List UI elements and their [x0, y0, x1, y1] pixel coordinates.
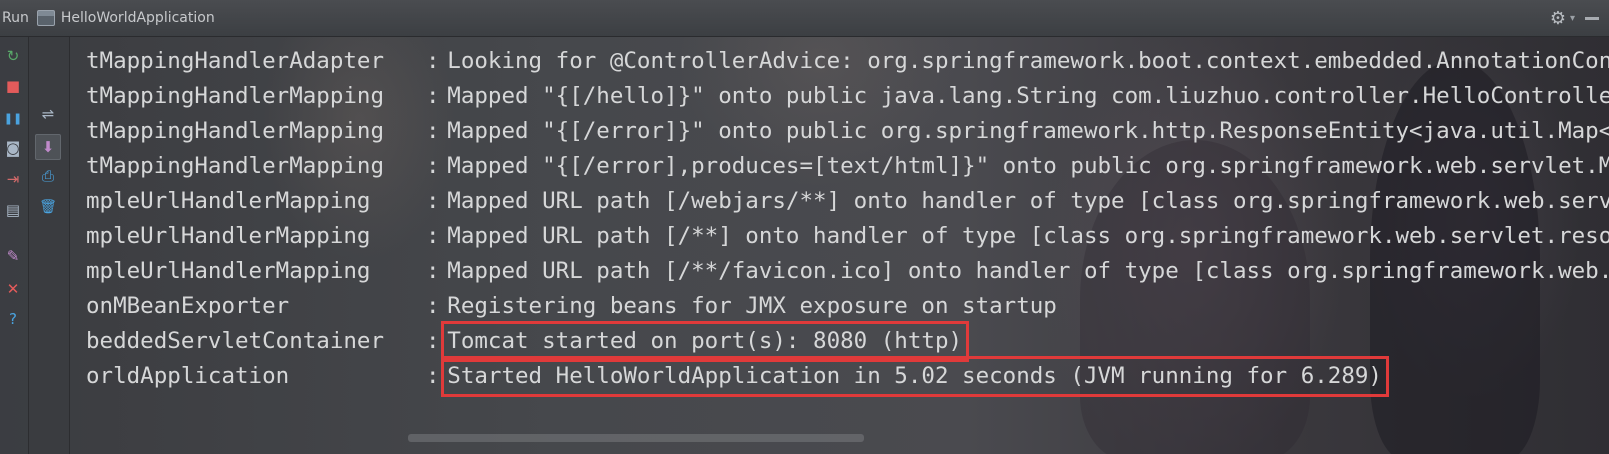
soft-wrap-icon[interactable]: ⇌ [38, 104, 58, 124]
console-toolbar: ⇌ ⬇ ⎙ 🗑 [29, 36, 70, 454]
logger-name: tMappingHandlerMapping [86, 118, 385, 144]
log-message: Mapped URL path [/webjars/**] onto handl… [447, 188, 1609, 214]
log-message: Looking for @ControllerAdvice: org.sprin… [447, 48, 1609, 74]
horizontal-scrollbar[interactable] [408, 434, 864, 442]
separator: : [426, 223, 440, 249]
console-line: mpleUrlHandlerMapping : Mapped URL path [… [86, 184, 1609, 219]
highlighted-log-message: Started HelloWorldApplication in 5.02 se… [441, 356, 1389, 397]
console-line: beddedServletContainer: Tomcat started on… [86, 321, 1609, 362]
close-icon[interactable]: ✕ [3, 279, 23, 299]
run-label: Run [2, 10, 29, 26]
separator: : [426, 83, 440, 109]
chevron-down-icon[interactable]: ▾ [1570, 13, 1575, 24]
logger-name: onMBeanExporter [86, 293, 290, 319]
separator: : [426, 328, 440, 354]
clear-all-icon[interactable]: 🗑 [38, 197, 58, 217]
run-tool-window: Run HelloWorldApplication ⚙ ▾ ↻ ■ ❚❚ ◙ ⇥ ▤ ✎ ✕?… [0, 0, 1609, 454]
run-title-bar: Run HelloWorldApplication ⚙ ▾ [0, 0, 1609, 37]
logger-name: mpleUrlHandlerMapping [86, 258, 385, 284]
layout-icon[interactable]: ▤ [3, 200, 23, 220]
console-line: mpleUrlHandlerMapping : Mapped URL path [… [86, 219, 1609, 254]
logger-name: beddedServletContainer [86, 328, 385, 354]
logger-name: mpleUrlHandlerMapping [86, 223, 385, 249]
log-message: Mapped URL path [/**/favicon.ico] onto h… [447, 258, 1609, 284]
scroll-to-end-icon[interactable]: ⬇ [35, 134, 61, 160]
separator: : [426, 118, 440, 144]
console-line: tMappingHandlerMapping: Mapped "{[/error]… [86, 149, 1609, 184]
log-message: Mapped "{[/hello]}" onto public java.lan… [447, 83, 1609, 109]
separator: : [426, 188, 440, 214]
camera-icon[interactable]: ◙ [3, 138, 23, 158]
print-icon[interactable]: ⎙ [38, 166, 58, 186]
separator: : [426, 48, 440, 74]
pin-icon[interactable]: ✎ [3, 246, 23, 266]
help-icon[interactable]: ? [3, 309, 23, 329]
console-line: onMBeanExporter: Registering beans for JM… [86, 289, 1609, 324]
console-line: mpleUrlHandlerMapping : Mapped URL path [… [86, 254, 1609, 289]
logger-name: tMappingHandlerAdapter [86, 48, 385, 74]
hide-window-button[interactable] [1585, 16, 1599, 20]
run-configuration-tab[interactable]: HelloWorldApplication [61, 10, 215, 26]
pause-icon[interactable]: ❚❚ [3, 108, 23, 128]
log-message: Mapped URL path [/**] onto handler of ty… [447, 223, 1609, 249]
separator: : [426, 258, 440, 284]
separator: : [426, 153, 440, 179]
console-output[interactable]: tMappingHandlerAdapter: Looking for @Cont… [86, 44, 1609, 397]
stop-icon[interactable]: ■ [3, 76, 23, 96]
separator: : [426, 363, 440, 389]
console-line: tMappingHandlerAdapter: Looking for @Cont… [86, 44, 1609, 79]
logger-name: orldApplication [86, 363, 290, 389]
console-line: orldApplication: Started HelloWorldApplic… [86, 356, 1609, 397]
gear-icon[interactable]: ⚙ [1550, 8, 1566, 29]
log-message: Registering beans for JMX exposure on st… [447, 293, 1057, 319]
application-icon [36, 10, 55, 26]
logger-name: mpleUrlHandlerMapping [86, 188, 385, 214]
separator: : [426, 293, 440, 319]
highlighted-log-message: Tomcat started on port(s): 8080 (http) [441, 321, 970, 362]
log-message: Mapped "{[/error],produces=[text/html]}"… [447, 153, 1609, 179]
rerun-icon[interactable]: ↻ [3, 46, 23, 66]
console-line: tMappingHandlerMapping: Mapped "{[/error]… [86, 114, 1609, 149]
logger-name: tMappingHandlerMapping [86, 153, 385, 179]
log-message: Mapped "{[/error]}" onto public org.spri… [447, 118, 1609, 144]
console-line: tMappingHandlerMapping: Mapped "{[/hello]… [86, 79, 1609, 114]
run-toolbar: ↻ ■ ❚❚ ◙ ⇥ ▤ ✎ ✕? [0, 36, 29, 454]
logger-name: tMappingHandlerMapping [86, 83, 385, 109]
exit-icon[interactable]: ⇥ [3, 169, 23, 189]
